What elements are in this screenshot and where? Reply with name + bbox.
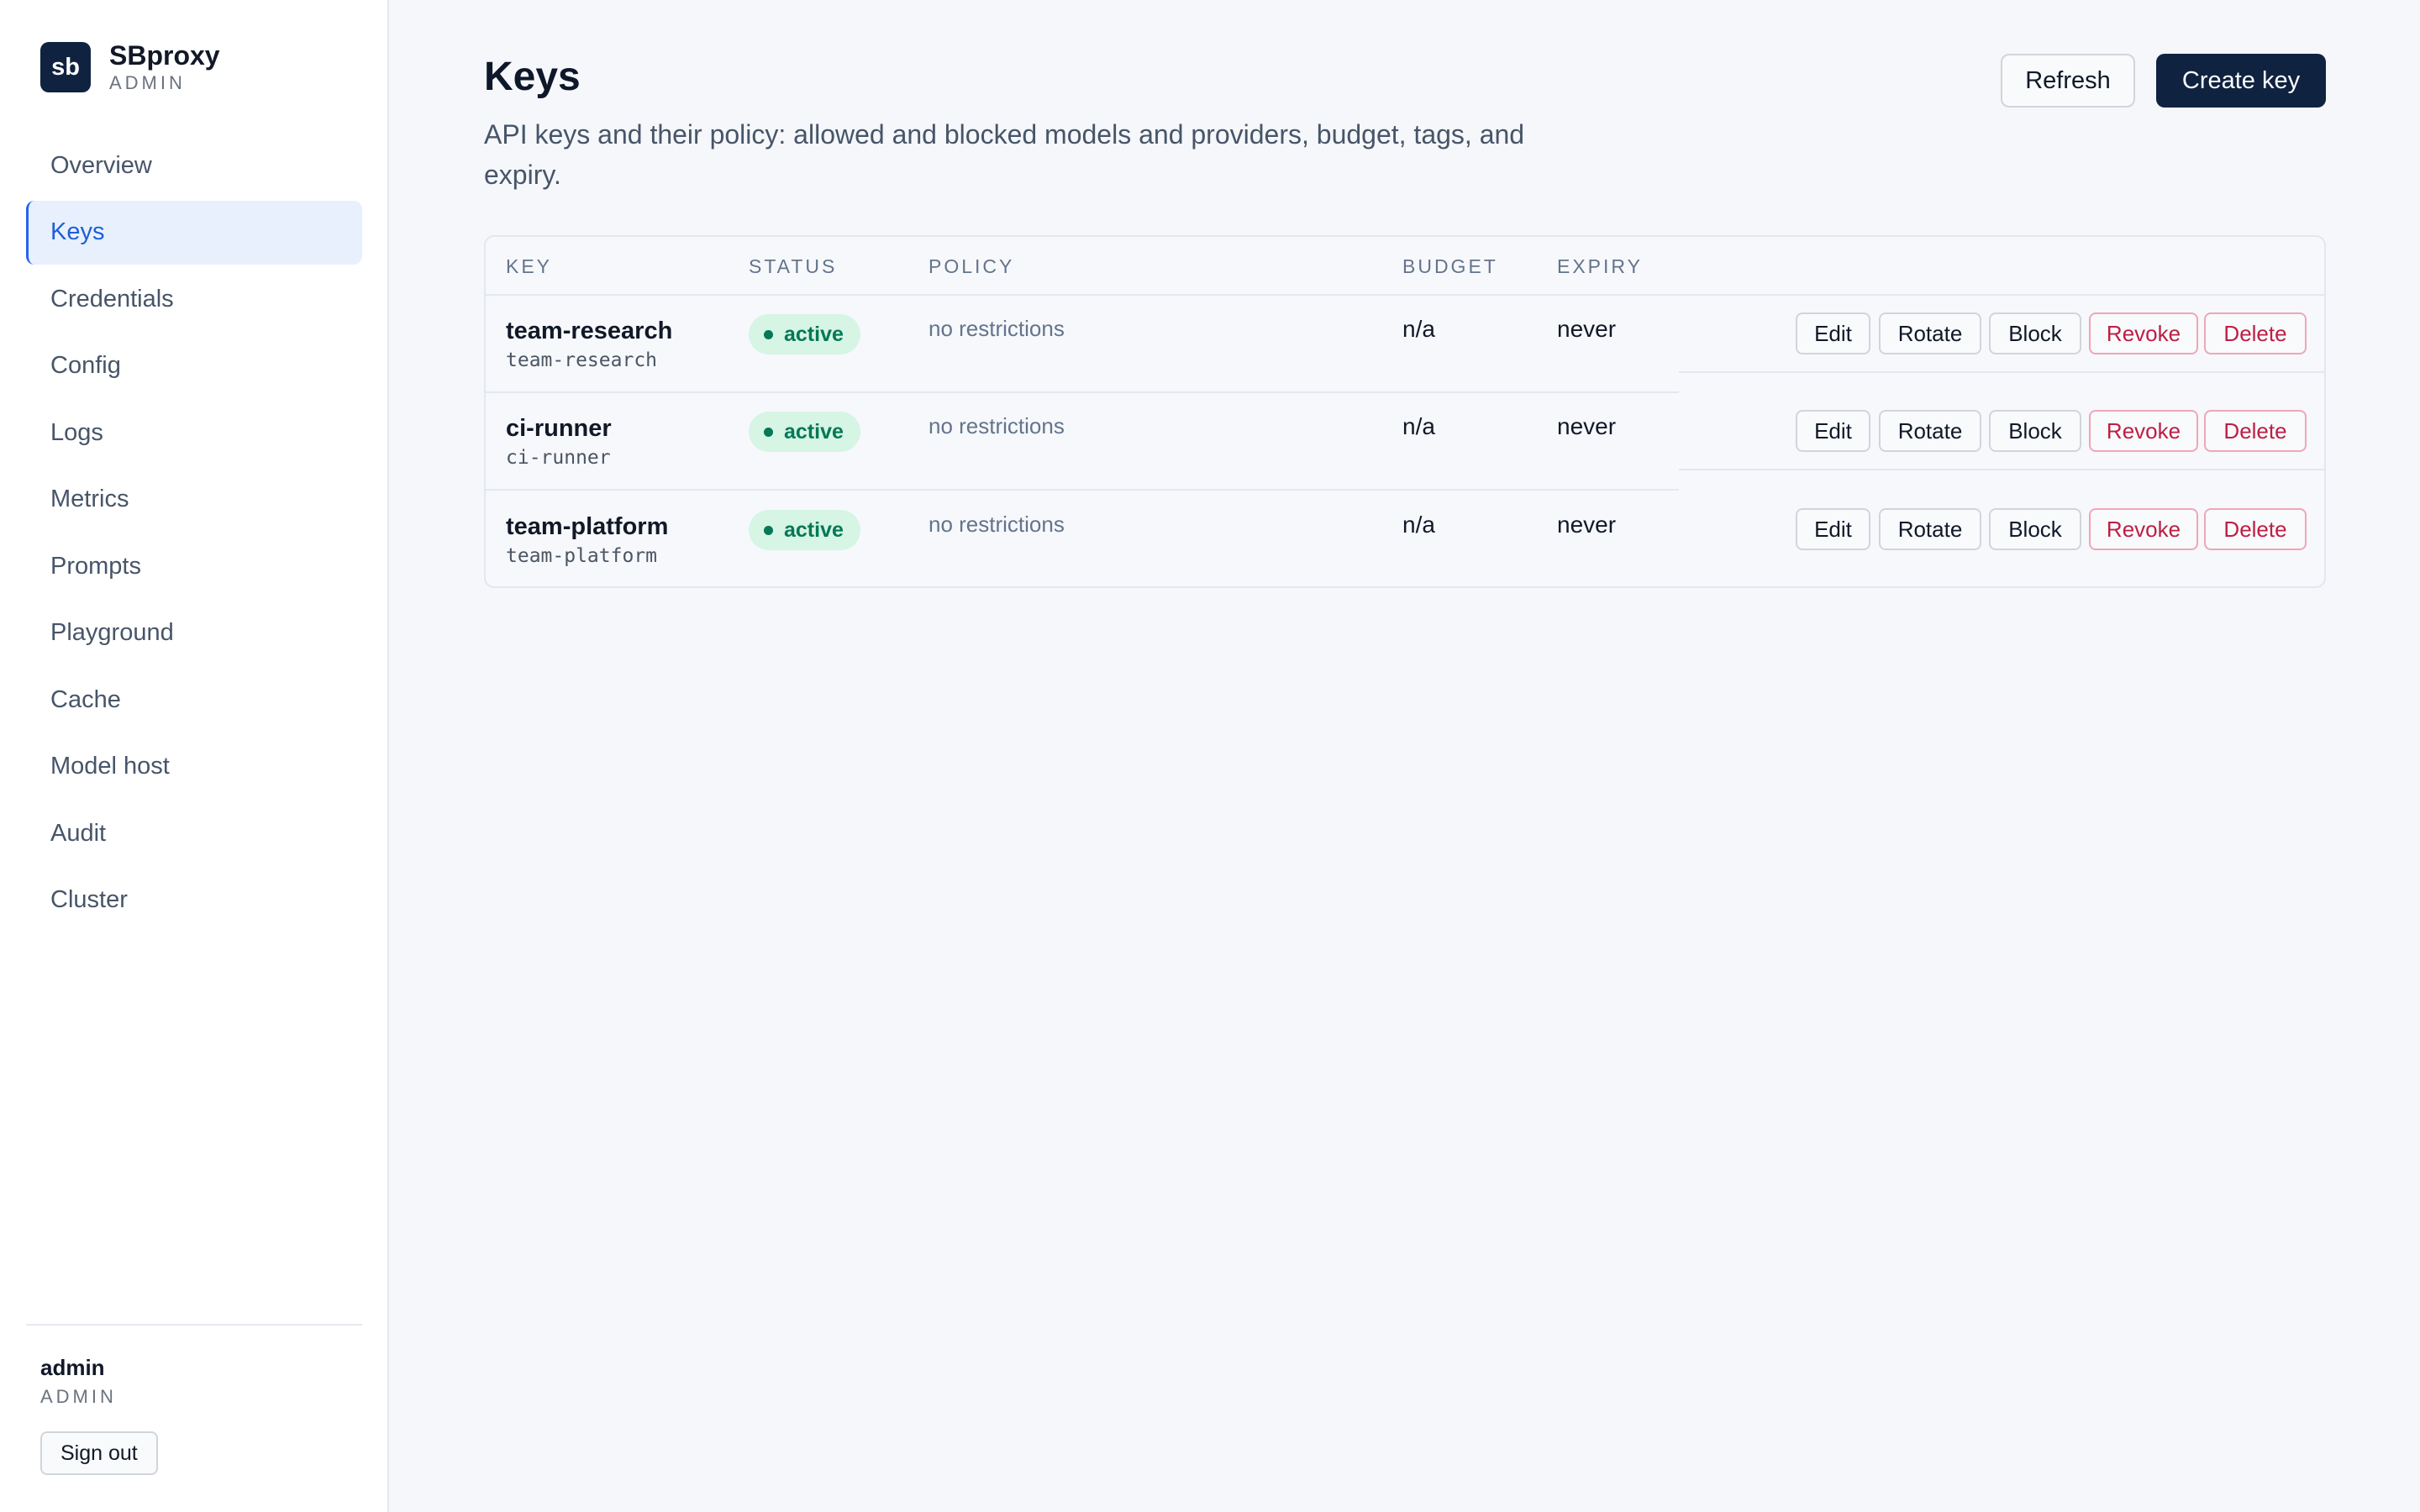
column-header-expiry: EXPIRY bbox=[1557, 255, 1643, 277]
revoke-button[interactable]: Revoke bbox=[2089, 508, 2198, 550]
delete-button[interactable]: Delete bbox=[2204, 312, 2307, 354]
brand-logo: sb bbox=[40, 42, 91, 92]
column-header-budget: BUDGET bbox=[1402, 255, 1498, 277]
budget-value: n/a bbox=[1402, 512, 1435, 538]
sidebar-item-logs[interactable]: Logs bbox=[26, 401, 362, 465]
row-divider bbox=[1679, 469, 2324, 470]
table-row: team-research team-research active no re… bbox=[486, 296, 2324, 393]
sidebar-nav: Overview Keys Credentials Config Logs Me… bbox=[26, 134, 362, 935]
brand[interactable]: sb SBproxy ADMIN bbox=[40, 42, 220, 92]
key-id: team-platform bbox=[506, 545, 658, 567]
sidebar: sb SBproxy ADMIN Overview Keys Credentia… bbox=[0, 0, 389, 1512]
key-id: ci-runner bbox=[506, 447, 611, 469]
sidebar-item-prompts[interactable]: Prompts bbox=[26, 534, 362, 598]
rotate-button[interactable]: Rotate bbox=[1879, 508, 1981, 550]
sidebar-item-keys[interactable]: Keys bbox=[26, 200, 362, 265]
keys-table: KEY STATUS POLICY BUDGET EXPIRY team-res… bbox=[484, 235, 2326, 588]
table-row: ci-runner ci-runner active no restrictio… bbox=[486, 393, 2324, 491]
status-label: active bbox=[784, 419, 844, 444]
status-badge: active bbox=[749, 510, 860, 550]
expiry-value: never bbox=[1557, 512, 1617, 538]
sidebar-item-cluster[interactable]: Cluster bbox=[26, 869, 362, 932]
rotate-button[interactable]: Rotate bbox=[1879, 410, 1981, 452]
revoke-button[interactable]: Revoke bbox=[2089, 410, 2198, 452]
edit-button[interactable]: Edit bbox=[1796, 508, 1870, 550]
user-panel: admin ADMIN Sign out bbox=[26, 1324, 362, 1475]
table-row: team-platform team-platform active no re… bbox=[486, 491, 2324, 586]
rotate-button[interactable]: Rotate bbox=[1879, 312, 1981, 354]
page-title: Keys bbox=[484, 55, 581, 99]
sidebar-item-metrics[interactable]: Metrics bbox=[26, 468, 362, 532]
brand-subtitle: ADMIN bbox=[109, 72, 186, 93]
page-subtitle: API keys and their policy: allowed and b… bbox=[484, 119, 1525, 190]
budget-value: n/a bbox=[1402, 413, 1435, 439]
create-key-button[interactable]: Create key bbox=[2156, 54, 2326, 108]
brand-name: SBproxy bbox=[109, 40, 220, 71]
table-header: KEY STATUS POLICY BUDGET EXPIRY bbox=[486, 237, 2324, 296]
sidebar-item-cache[interactable]: Cache bbox=[26, 668, 362, 732]
block-button[interactable]: Block bbox=[1989, 410, 2081, 452]
column-header-status: STATUS bbox=[749, 255, 838, 277]
status-dot-icon bbox=[764, 329, 773, 339]
user-role: ADMIN bbox=[40, 1386, 117, 1407]
policy-text: no restrictions bbox=[929, 316, 1065, 341]
sidebar-item-config[interactable]: Config bbox=[26, 334, 362, 398]
sidebar-item-audit[interactable]: Audit bbox=[26, 801, 362, 865]
expiry-value: never bbox=[1557, 413, 1617, 439]
key-name: team-platform bbox=[506, 513, 669, 540]
delete-button[interactable]: Delete bbox=[2204, 508, 2307, 550]
row-divider bbox=[1679, 371, 2324, 373]
edit-button[interactable]: Edit bbox=[1796, 312, 1870, 354]
status-label: active bbox=[784, 322, 844, 346]
user-name: admin bbox=[40, 1355, 105, 1380]
policy-text: no restrictions bbox=[929, 512, 1065, 537]
sidebar-item-model-host[interactable]: Model host bbox=[26, 735, 362, 799]
expiry-value: never bbox=[1557, 316, 1617, 342]
sign-out-button[interactable]: Sign out bbox=[40, 1431, 158, 1475]
policy-text: no restrictions bbox=[929, 413, 1065, 438]
refresh-button[interactable]: Refresh bbox=[2001, 54, 2135, 108]
block-button[interactable]: Block bbox=[1989, 508, 2081, 550]
status-badge: active bbox=[749, 314, 860, 354]
row-divider bbox=[486, 489, 1679, 491]
key-name: ci-runner bbox=[506, 415, 612, 442]
column-header-policy: POLICY bbox=[929, 255, 1015, 277]
sidebar-item-credentials[interactable]: Credentials bbox=[26, 267, 362, 331]
sidebar-item-overview[interactable]: Overview bbox=[26, 134, 362, 197]
status-label: active bbox=[784, 517, 844, 542]
budget-value: n/a bbox=[1402, 316, 1435, 342]
delete-button[interactable]: Delete bbox=[2204, 410, 2307, 452]
column-header-key: KEY bbox=[506, 255, 553, 277]
block-button[interactable]: Block bbox=[1989, 312, 2081, 354]
key-id: team-research bbox=[506, 349, 658, 371]
status-badge: active bbox=[749, 412, 860, 452]
status-dot-icon bbox=[764, 525, 773, 535]
edit-button[interactable]: Edit bbox=[1796, 410, 1870, 452]
status-dot-icon bbox=[764, 427, 773, 437]
sidebar-item-playground[interactable]: Playground bbox=[26, 601, 362, 665]
revoke-button[interactable]: Revoke bbox=[2089, 312, 2198, 354]
key-name: team-research bbox=[506, 318, 673, 344]
